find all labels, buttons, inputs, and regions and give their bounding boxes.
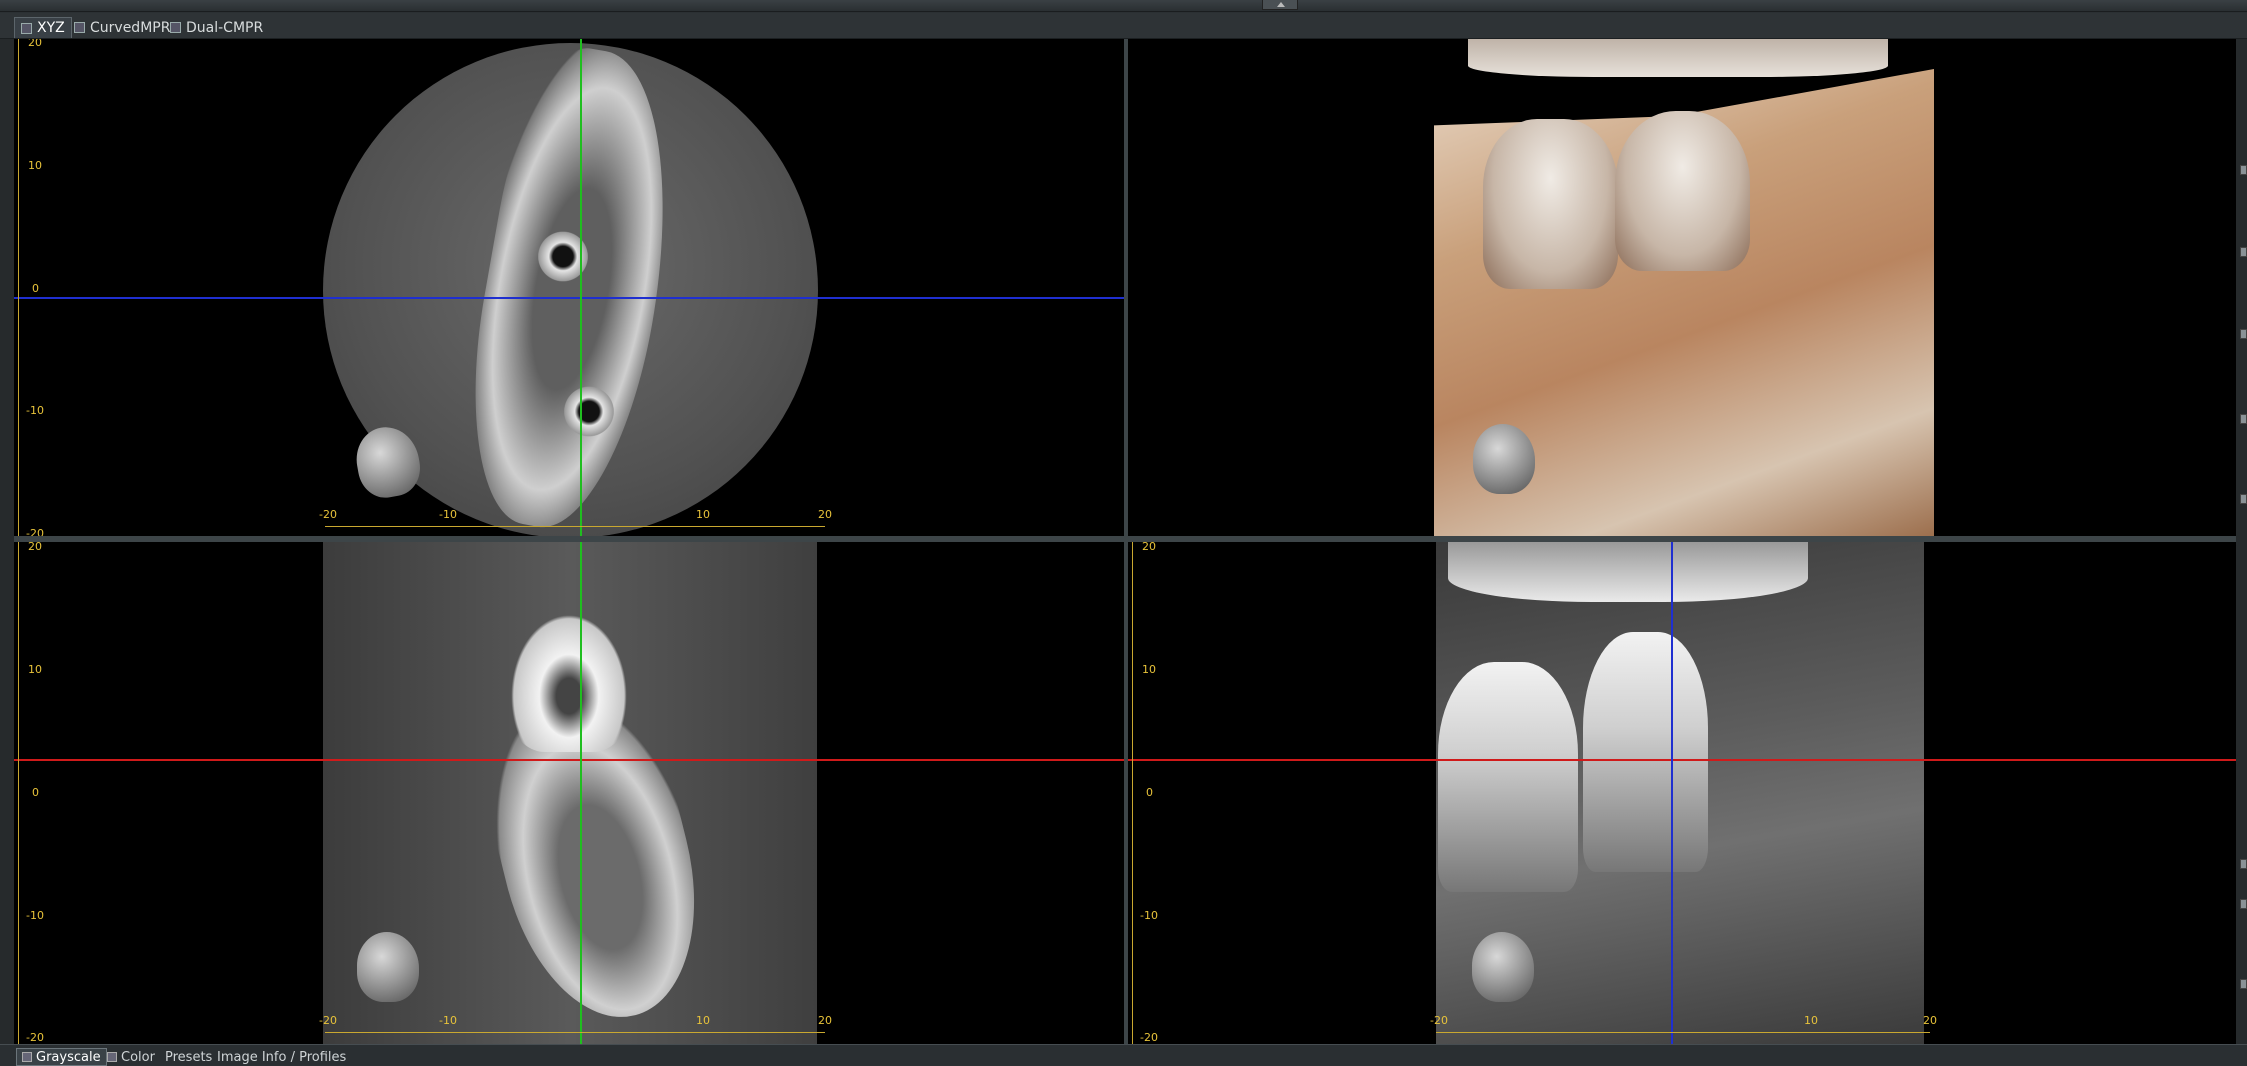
crosshair-line	[1128, 759, 2236, 761]
ruler-label: -20	[26, 1031, 44, 1044]
ruler-label: 0	[32, 786, 39, 799]
top-splitter[interactable]	[0, 0, 2247, 12]
molar-tooth	[1583, 632, 1708, 872]
ruler-label: -20	[319, 1014, 337, 1027]
upper-teeth	[1468, 39, 1888, 77]
bottom-panel-tabbar: Grayscale Color Presets Image Info / Pro…	[0, 1044, 2247, 1066]
crosshair-line	[14, 759, 1124, 761]
ruler-axis	[325, 1032, 825, 1033]
side-handle-icon[interactable]	[2240, 899, 2247, 909]
ruler-label: -10	[439, 1014, 457, 1027]
orientation-head-icon[interactable]	[357, 932, 419, 1002]
tab-label: CurvedMPR	[90, 19, 171, 36]
coronal-horizontal-crosshair[interactable]	[14, 759, 1124, 761]
sagittal-vertical-crosshair[interactable]	[1671, 542, 1673, 1044]
collapse-grip-icon[interactable]	[1262, 0, 1298, 10]
ruler-label: 20	[818, 1014, 832, 1027]
ruler-label: 20	[818, 508, 832, 521]
left-gutter	[0, 39, 14, 1044]
side-handle-icon[interactable]	[2240, 494, 2247, 504]
ruler-label: -10	[439, 508, 457, 521]
orientation-head-icon[interactable]	[1472, 932, 1534, 1002]
tooth-crown	[509, 612, 629, 752]
side-handle-icon[interactable]	[2240, 859, 2247, 869]
tab-curvedmpr[interactable]: CurvedMPR	[68, 17, 176, 38]
tab-xyz[interactable]: XYZ	[14, 17, 72, 38]
axial-horizontal-crosshair[interactable]	[14, 297, 1124, 299]
molar-tooth	[1615, 111, 1750, 271]
ruler-axis	[18, 39, 19, 536]
ruler-label: 10	[696, 508, 710, 521]
ruler-label: 10	[1804, 1014, 1818, 1027]
ruler-label: -20	[319, 508, 337, 521]
sagittal-viewport[interactable]: 20 10 0 -10 -20 -20 10 20	[1128, 542, 2236, 1044]
dual-cmpr-icon	[170, 22, 181, 33]
tab-label: Grayscale	[36, 1049, 101, 1065]
ruler-axis	[1436, 1032, 1930, 1033]
sagittal-horizontal-crosshair[interactable]	[1128, 759, 2236, 761]
right-gutter[interactable]	[2236, 39, 2247, 1044]
molar-tooth	[1438, 662, 1578, 892]
tab-label: Presets	[165, 1049, 213, 1065]
ruler-label: -20	[1140, 1031, 1158, 1044]
ruler-label: 20	[1923, 1014, 1937, 1027]
vertical-ruler: 20 10 0 -10 -20	[1128, 542, 1158, 1044]
crosshair-line	[1671, 542, 1673, 1044]
ruler-label: 0	[32, 282, 39, 295]
curved-mpr-icon	[74, 22, 85, 33]
crosshair-line	[580, 542, 582, 1044]
ruler-label: -10	[26, 404, 44, 417]
side-handle-icon[interactable]	[2240, 247, 2247, 257]
side-handle-icon[interactable]	[2240, 414, 2247, 424]
ruler-label: -10	[26, 909, 44, 922]
ruler-axis	[325, 526, 825, 527]
ruler-label: 10	[28, 663, 42, 676]
tab-presets[interactable]: Presets	[160, 1048, 217, 1066]
tab-label: XYZ	[37, 20, 65, 36]
tab-grayscale[interactable]: Grayscale	[16, 1048, 107, 1066]
tab-image-info-profiles[interactable]: Image Info / Profiles	[212, 1048, 351, 1066]
ruler-label: -20	[1430, 1014, 1448, 1027]
tab-color[interactable]: Color	[102, 1048, 160, 1066]
side-handle-icon[interactable]	[2240, 165, 2247, 175]
crosshair-line	[580, 39, 582, 536]
crosshair-line	[14, 297, 1124, 299]
ruler-label: 10	[28, 159, 42, 172]
horizontal-ruler: -20 -10 10 20	[319, 508, 832, 533]
molar-tooth	[1483, 119, 1618, 289]
side-handle-icon[interactable]	[2240, 329, 2247, 339]
vertical-ruler: 20 10 0 -10 -20	[14, 39, 44, 536]
view-mode-tabbar: XYZ CurvedMPR Dual-CMPR	[0, 13, 2247, 39]
tab-label: Image Info / Profiles	[217, 1049, 347, 1065]
horizontal-ruler: -20 -10 10 20	[319, 1014, 832, 1039]
ruler-axis	[18, 542, 19, 1044]
tab-label: Dual-CMPR	[186, 19, 264, 36]
orientation-head-icon[interactable]	[1473, 424, 1535, 494]
ruler-label: 20	[28, 39, 42, 49]
ruler-label: -10	[1140, 909, 1158, 922]
tab-dual-cmpr[interactable]: Dual-CMPR	[164, 17, 269, 38]
upper-teeth	[1448, 542, 1808, 602]
axial-viewport[interactable]: 20 10 0 -10 -20 -20 -10 10 20	[14, 39, 1124, 536]
grayscale-icon	[22, 1052, 32, 1062]
vertical-ruler: 20 10 0 -10 -20	[14, 542, 44, 1044]
ruler-label: -20	[26, 527, 44, 536]
xyz-view-icon	[21, 22, 32, 34]
coronal-vertical-crosshair[interactable]	[580, 542, 582, 1044]
axial-vertical-crosshair[interactable]	[580, 39, 582, 536]
volume-render-viewport[interactable]	[1128, 39, 2236, 536]
horizontal-ruler: -20 10 20	[1430, 1015, 1940, 1039]
ruler-label: 10	[1142, 663, 1156, 676]
ruler-label: 0	[1146, 786, 1153, 799]
side-handle-icon[interactable]	[2240, 979, 2247, 989]
ruler-axis	[1132, 542, 1133, 1044]
coronal-viewport[interactable]: 20 10 0 -10 -20 -20 -10 10 20	[14, 542, 1124, 1044]
ruler-label: 20	[28, 542, 42, 553]
color-icon	[107, 1052, 117, 1062]
ruler-label: 10	[696, 1014, 710, 1027]
ruler-label: 20	[1142, 542, 1156, 553]
tab-label: Color	[121, 1049, 155, 1065]
